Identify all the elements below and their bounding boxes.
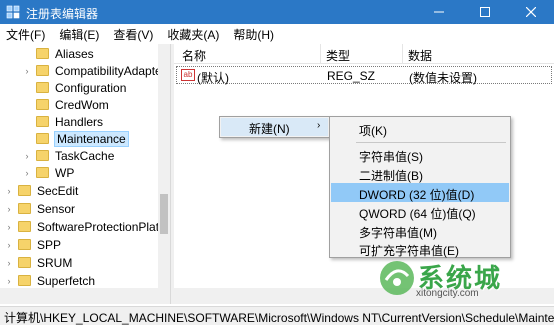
folder-icon xyxy=(36,99,49,110)
tree-item[interactable]: › Sensor xyxy=(4,200,76,217)
value-data: (数值未设置) xyxy=(409,71,477,85)
chevron-right-icon[interactable]: › xyxy=(4,258,14,268)
status-bar-path: 计算机\HKEY_LOCAL_MACHINE\SOFTWARE\Microsof… xyxy=(0,306,554,325)
menu-item-multi-string-value[interactable]: 多字符串值(M) xyxy=(331,221,509,240)
folder-icon xyxy=(18,239,31,250)
folder-icon xyxy=(36,150,49,161)
tree-item[interactable]: › Superfetch xyxy=(4,272,96,289)
new-submenu: 项(K) 字符串值(S) 二进制值(B) DWORD (32 位)值(D) QW… xyxy=(329,116,511,258)
menu-favorites[interactable]: 收藏夹(A) xyxy=(167,26,219,43)
folder-icon xyxy=(18,185,31,196)
chevron-right-icon[interactable]: › xyxy=(22,66,32,76)
chevron-right-icon[interactable]: › xyxy=(4,186,14,196)
menu-divider xyxy=(356,142,506,143)
tree-item[interactable]: CredWom xyxy=(22,96,109,113)
chevron-right-icon[interactable]: › xyxy=(4,276,14,286)
maximize-icon xyxy=(480,7,490,17)
menu-item-binary-value[interactable]: 二进制值(B) xyxy=(331,164,509,183)
regedit-icon xyxy=(6,5,20,19)
folder-icon xyxy=(18,257,31,268)
tree-vertical-scrollbar[interactable] xyxy=(158,44,170,288)
tree-item[interactable]: › TaskCache xyxy=(22,147,115,164)
value-type: REG_SZ xyxy=(327,69,376,83)
tree-item[interactable]: › SecEdit xyxy=(4,182,79,199)
menu-item-qword-value[interactable]: QWORD (64 位)值(Q) xyxy=(331,202,509,221)
list-row[interactable]: ab (默认) REG_SZ (数值未设置) xyxy=(176,66,552,85)
tree-item[interactable]: › WP xyxy=(22,164,75,181)
folder-icon xyxy=(18,275,31,286)
site-watermark: 系统城 xitongcity.com xyxy=(378,256,508,304)
chevron-right-icon[interactable]: › xyxy=(4,204,14,214)
column-divider[interactable] xyxy=(402,44,403,64)
folder-icon xyxy=(36,48,49,59)
tree-horizontal-scrollbar[interactable] xyxy=(0,288,170,304)
list-header: 名称 类型 数据 xyxy=(174,44,554,64)
minimize-icon xyxy=(434,11,444,13)
menu-file[interactable]: 文件(F) xyxy=(6,26,45,43)
column-divider[interactable] xyxy=(320,44,321,64)
window-title: 注册表编辑器 xyxy=(26,7,99,21)
value-name: (默认) xyxy=(197,71,229,85)
folder-icon xyxy=(36,82,49,93)
tree-item[interactable]: Configuration xyxy=(22,79,126,96)
chevron-right-icon[interactable]: › xyxy=(4,240,14,250)
chevron-right-icon[interactable]: › xyxy=(4,222,14,232)
tree-item-selected[interactable]: Maintenance xyxy=(22,130,129,147)
tree-item[interactable]: › SoftwareProtectionPlatf xyxy=(4,218,163,235)
tree-item[interactable]: Aliases xyxy=(22,45,94,62)
folder-icon xyxy=(18,203,31,214)
tree-item[interactable]: › SPP xyxy=(4,236,62,253)
folder-icon xyxy=(36,116,49,127)
scrollbar-thumb[interactable] xyxy=(160,194,168,234)
title-bar: 注册表编辑器 xyxy=(0,0,554,24)
menu-item-label: 新建(N) xyxy=(249,122,290,136)
menu-bar: 文件(F) 编辑(E) 查看(V) 收藏夹(A) 帮助(H) xyxy=(0,24,554,44)
maximize-button[interactable] xyxy=(462,0,508,24)
folder-icon xyxy=(18,221,31,232)
tree-item[interactable]: › SRUM xyxy=(4,254,73,271)
column-data-header[interactable]: 数据 xyxy=(408,47,432,64)
column-name-header[interactable]: 名称 xyxy=(182,47,206,64)
menu-view[interactable]: 查看(V) xyxy=(113,26,153,43)
key-tree: Aliases › CompatibilityAdapte Configurati… xyxy=(0,44,170,306)
chevron-right-icon[interactable]: › xyxy=(22,151,32,161)
close-button[interactable] xyxy=(508,0,554,24)
menu-help[interactable]: 帮助(H) xyxy=(233,26,274,43)
menu-edit[interactable]: 编辑(E) xyxy=(59,26,99,43)
menu-item-dword-value[interactable]: DWORD (32 位)值(D) xyxy=(331,183,509,202)
minimize-button[interactable] xyxy=(416,0,462,24)
watermark-logo-icon xyxy=(380,261,414,295)
folder-icon xyxy=(36,65,49,76)
context-menu: 新建(N) › xyxy=(219,116,330,138)
column-type-header[interactable]: 类型 xyxy=(326,47,350,64)
menu-item-string-value[interactable]: 字符串值(S) xyxy=(331,145,509,164)
menu-item-new[interactable]: 新建(N) › xyxy=(221,118,328,136)
menu-item-key[interactable]: 项(K) xyxy=(331,119,509,138)
submenu-arrow-icon: › xyxy=(317,120,321,131)
chevron-right-icon[interactable]: › xyxy=(22,168,32,178)
tree-item[interactable]: Handlers xyxy=(22,113,103,130)
string-value-icon: ab xyxy=(181,69,195,81)
watermark-subtext: xitongcity.com xyxy=(416,288,479,299)
folder-icon xyxy=(36,167,49,178)
folder-icon xyxy=(36,133,49,144)
tree-item[interactable]: › CompatibilityAdapte xyxy=(22,62,162,79)
close-icon xyxy=(526,7,536,17)
